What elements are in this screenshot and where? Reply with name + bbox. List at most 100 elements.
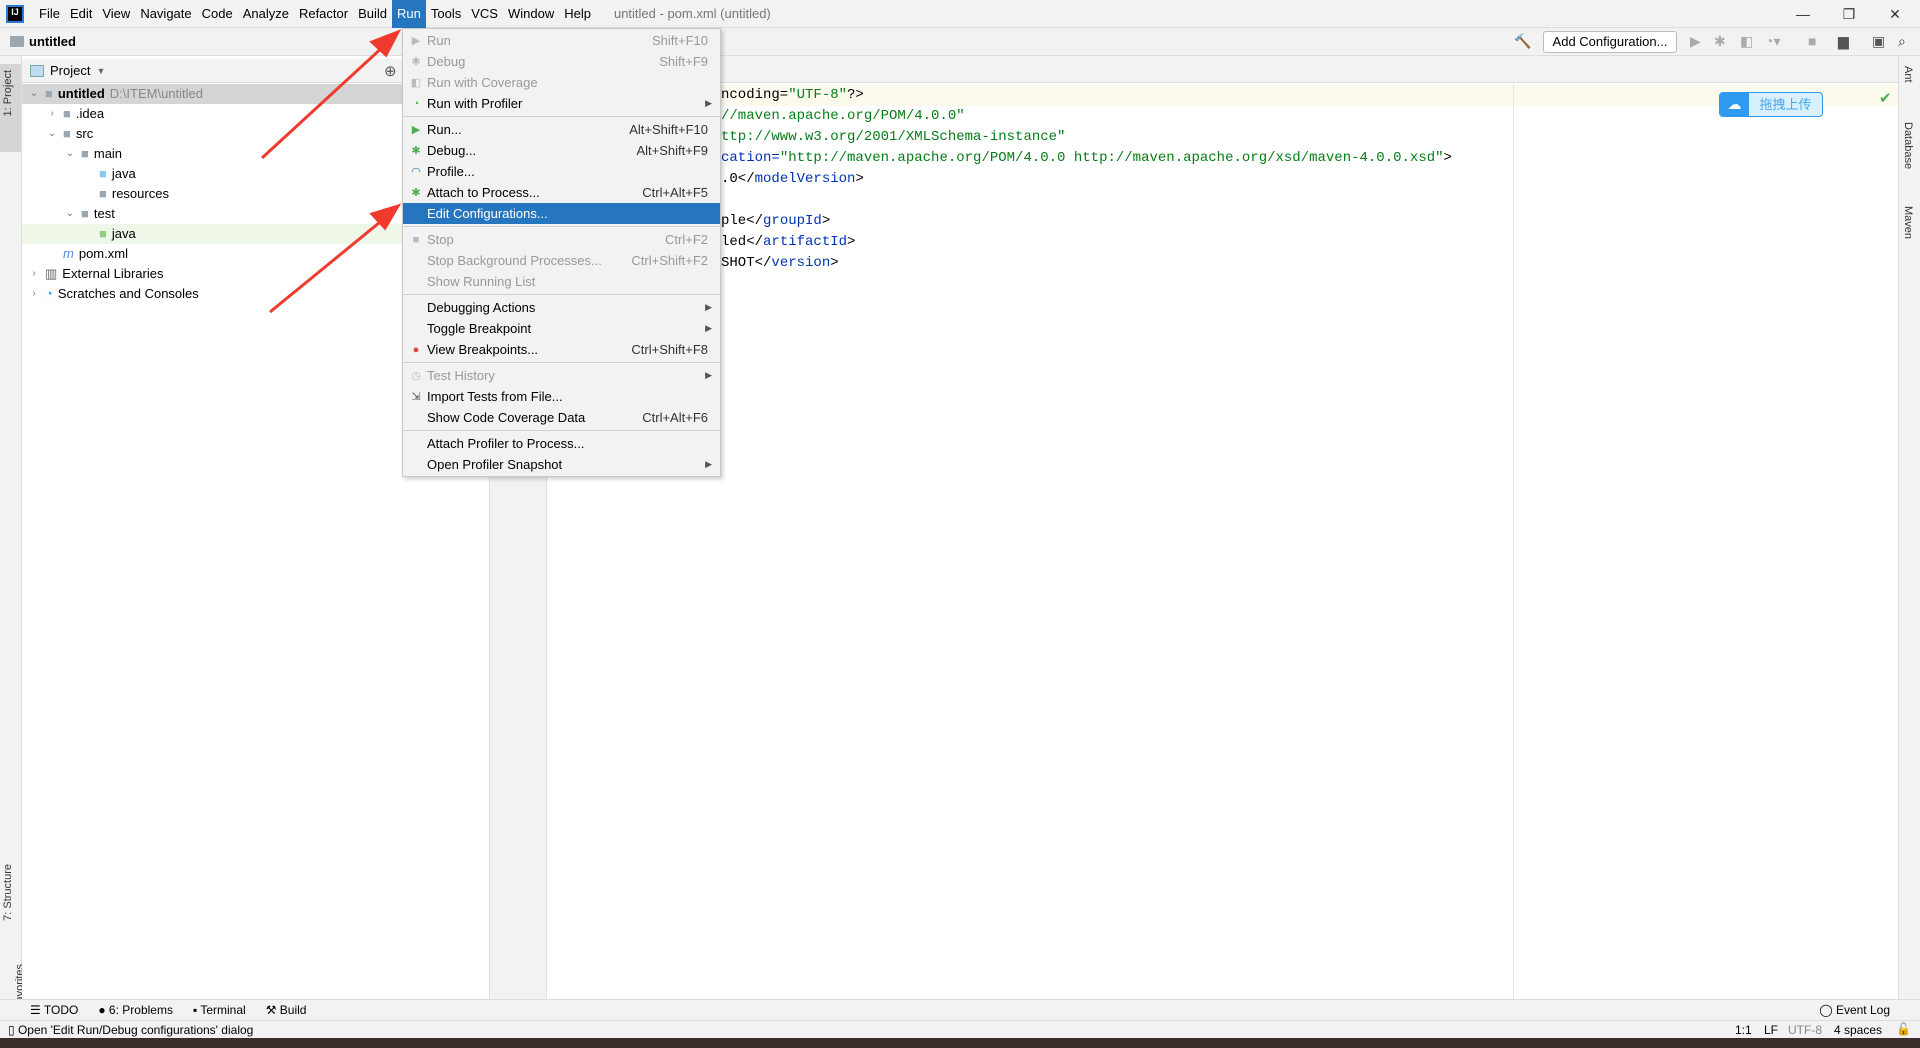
submenu-arrow-icon: ▶	[705, 459, 712, 469]
run-menu-item-debug[interactable]: ✱ Debug... Alt+Shift+F9	[403, 140, 720, 161]
menu-item-shortcut: Shift+F10	[651, 33, 708, 48]
run-menu-item-run-with-coverage[interactable]: ◧ Run with Coverage	[403, 72, 720, 93]
event-log-tab[interactable]: ◯ Event Log	[1819, 1003, 1890, 1017]
problems-tab[interactable]: ● 6: Problems	[98, 1003, 173, 1017]
code-token: groupId	[763, 213, 822, 229]
search-icon[interactable]: ⌕	[1898, 33, 1906, 50]
minimize-button[interactable]: —	[1780, 0, 1826, 28]
indent-setting[interactable]: 4 spaces	[1834, 1023, 1882, 1037]
menu-code[interactable]: Code	[197, 0, 238, 28]
todo-tab[interactable]: ☰ TODO	[30, 1003, 78, 1017]
run-menu-item-edit-configurations[interactable]: Edit Configurations...	[403, 203, 720, 224]
run-menu-item-view-breakpoints[interactable]: ● View Breakpoints... Ctrl+Shift+F8	[403, 339, 720, 360]
cloud-icon: ☁	[1720, 93, 1749, 116]
chevron-down-icon[interactable]: ▼	[96, 66, 105, 76]
menu-view[interactable]: View	[97, 0, 135, 28]
menu-file[interactable]: File	[34, 0, 65, 28]
menu-refactor[interactable]: Refactor	[294, 0, 353, 28]
maven-tool-tab[interactable]: Maven	[1902, 206, 1914, 239]
menu-help[interactable]: Help	[559, 0, 596, 28]
menu-item-label: Run	[427, 33, 451, 48]
run-menu-item-stop-background-processes[interactable]: Stop Background Processes... Ctrl+Shift+F…	[403, 250, 720, 271]
menu-item-label: Test History	[427, 368, 495, 383]
profiler-icon: ◔	[412, 97, 420, 110]
menu-navigate[interactable]: Navigate	[135, 0, 196, 28]
debug-icon[interactable]: ✱	[1714, 33, 1726, 50]
submenu-arrow-icon: ▶	[705, 98, 712, 108]
project-view-selector[interactable]: Project	[50, 63, 90, 78]
structure-tool-tab[interactable]: 7: Structure	[2, 864, 14, 921]
run-menu-item-run-with-profiler[interactable]: ◔ Run with Profiler ▶	[403, 93, 720, 114]
menu-item-shortcut: Shift+F9	[659, 54, 708, 69]
restore-button[interactable]: ❐	[1826, 0, 1872, 28]
os-taskbar	[0, 1038, 1920, 1048]
run-menu-item-profile[interactable]: ◠ Profile...	[403, 161, 720, 182]
chevron-right-icon[interactable]: ›	[28, 284, 40, 304]
code-token: version	[771, 255, 831, 271]
run-menu-item-attach-profiler-to-process[interactable]: Attach Profiler to Process...	[403, 433, 720, 454]
chevron-down-icon[interactable]: ⌄	[64, 204, 76, 224]
run-menu-item-open-profiler-snapshot[interactable]: Open Profiler Snapshot ▶	[403, 454, 720, 475]
menu-item-label: Show Running List	[427, 274, 536, 289]
chevron-down-icon[interactable]: ⌄	[46, 124, 58, 144]
close-button[interactable]: ✕	[1872, 0, 1918, 28]
coverage-icon[interactable]: ◧	[1740, 33, 1753, 50]
menu-item-label: Attach Profiler to Process...	[427, 436, 585, 451]
presentation-icon[interactable]: ▣	[1872, 33, 1885, 50]
code-token: modelVersion	[754, 171, 856, 187]
file-encoding[interactable]: UTF-8	[1788, 1023, 1822, 1037]
menu-analyze[interactable]: Analyze	[238, 0, 294, 28]
locate-icon[interactable]: ⊕	[384, 62, 397, 80]
menu-build[interactable]: Build	[353, 0, 392, 28]
breadcrumb[interactable]: untitled	[10, 34, 76, 49]
run-menu-item-attach-to-process[interactable]: ✱ Attach to Process... Ctrl+Alt+F5	[403, 182, 720, 203]
run-menu-item-toggle-breakpoint[interactable]: Toggle Breakpoint ▶	[403, 318, 720, 339]
checkmark-icon: ✔	[1879, 90, 1892, 107]
line-separator[interactable]: LF	[1764, 1023, 1778, 1037]
run-menu-item-debugging-actions[interactable]: Debugging Actions ▶	[403, 297, 720, 318]
run-icon[interactable]: ▶	[1690, 33, 1701, 50]
code-token: ?>	[847, 87, 864, 103]
run-menu-item-debug[interactable]: ✱ Debug Shift+F9	[403, 51, 720, 72]
chevron-down-icon[interactable]: ⌄	[28, 84, 40, 104]
database-tool-tab[interactable]: Database	[1902, 122, 1914, 169]
project-tool-tab[interactable]: 1: Project	[2, 70, 14, 116]
menu-window[interactable]: Window	[503, 0, 559, 28]
lock-icon[interactable]: 🔓	[1896, 1022, 1911, 1036]
ant-tool-tab[interactable]: Ant	[1902, 66, 1914, 83]
build-tab[interactable]: ⚒ Build	[266, 1003, 307, 1017]
build-hammer-icon[interactable]: 🔨	[1514, 33, 1531, 50]
menu-item-label: Attach to Process...	[427, 185, 540, 200]
terminal-tab[interactable]: ▪ Terminal	[193, 1003, 246, 1017]
project-name: untitled	[29, 34, 76, 49]
chevron-down-icon[interactable]: ⌄	[64, 144, 76, 164]
run-menu-item-import-tests-from-file[interactable]: ⇲ Import Tests from File...	[403, 386, 720, 407]
chevron-right-icon[interactable]: ›	[28, 264, 40, 284]
run-menu-item-run[interactable]: ▶ Run... Alt+Shift+F10	[403, 119, 720, 140]
window-title: untitled - pom.xml (untitled)	[613, 6, 771, 21]
menu-edit[interactable]: Edit	[65, 0, 97, 28]
run-menu-item-run[interactable]: ▶ Run Shift+F10	[403, 30, 720, 51]
run-menu-item-show-code-coverage-data[interactable]: Show Code Coverage Data Ctrl+Alt+F6	[403, 407, 720, 428]
code-line: .0</modelVersion>	[721, 169, 864, 190]
stop-icon[interactable]: ■	[1808, 33, 1816, 49]
bottom-tool-bar: ☰ TODO ● 6: Problems ▪ Terminal ⚒ Build …	[0, 999, 1920, 1020]
code-token: ttp://www.w3.org/2001/XMLSchema-instance…	[721, 129, 1066, 145]
folder-icon: ■	[81, 206, 89, 221]
menu-run[interactable]: Run	[392, 0, 426, 28]
add-configuration-button[interactable]: Add Configuration...	[1543, 31, 1677, 53]
project-structure-icon[interactable]: ▆	[1838, 33, 1849, 50]
run-menu-item-show-running-list[interactable]: Show Running List	[403, 271, 720, 292]
caret-position[interactable]: 1:1	[1735, 1023, 1752, 1037]
code-line: led</artifactId>	[721, 232, 855, 253]
code-token: led</	[721, 234, 764, 250]
breakpoint-icon: ●	[412, 343, 420, 356]
run-menu-item-test-history[interactable]: ◷ Test History ▶	[403, 365, 720, 386]
project-view-icon	[30, 64, 44, 77]
baidu-upload-widget[interactable]: ☁ 拖拽上传	[1719, 92, 1823, 117]
run-menu-item-stop[interactable]: ■ Stop Ctrl+F2	[403, 229, 720, 250]
chevron-right-icon[interactable]: ›	[46, 104, 58, 124]
menu-tools[interactable]: Tools	[426, 0, 466, 28]
profiler-icon[interactable]: ◔▾	[1765, 33, 1780, 50]
menu-vcs[interactable]: VCS	[466, 0, 503, 28]
